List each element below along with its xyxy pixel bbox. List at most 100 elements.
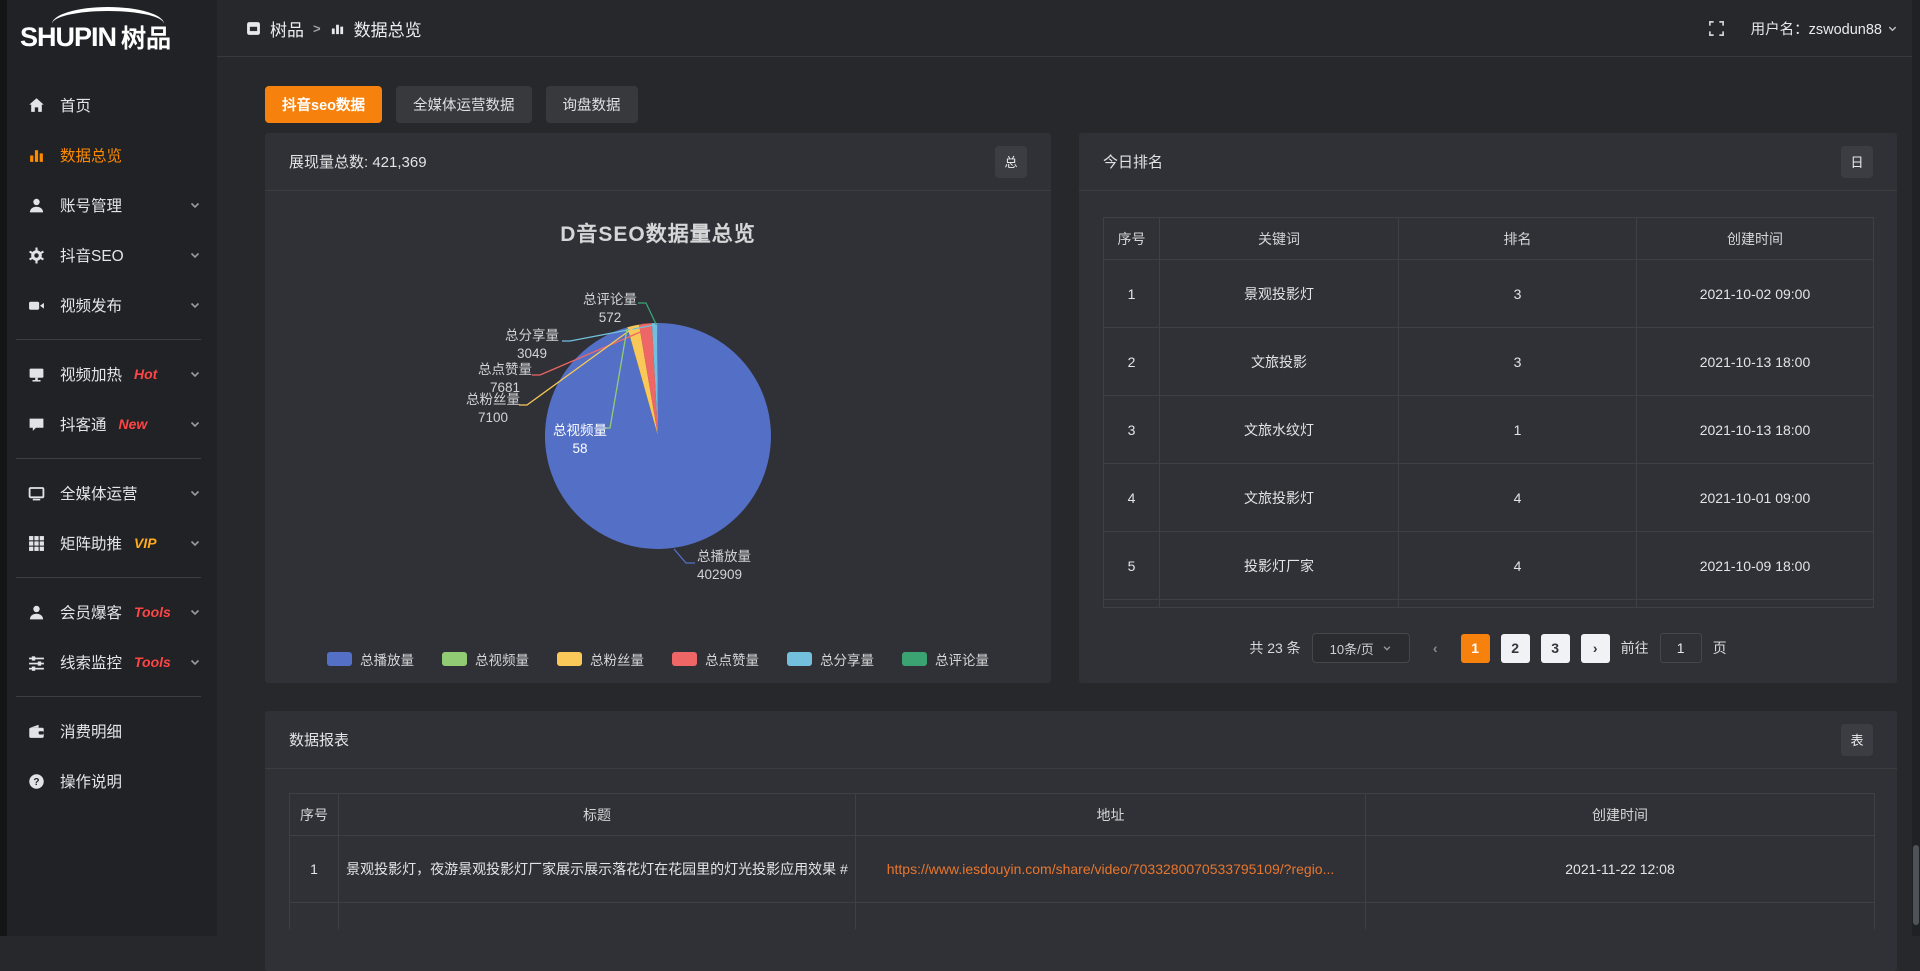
bar-chart-icon [28, 147, 45, 164]
menu-divider [16, 696, 201, 697]
legend-item-video[interactable]: 总视频量 [442, 649, 529, 669]
legend-item-likes[interactable]: 总点赞量 [672, 649, 759, 669]
legend-item-play[interactable]: 总播放量 [327, 649, 414, 669]
tab-inquiry[interactable]: 询盘数据 [546, 86, 638, 123]
new-badge: New [119, 416, 148, 432]
wallet-icon [28, 723, 45, 740]
pie-chart-svg [265, 192, 1051, 632]
legend-swatch [557, 652, 582, 666]
leader-play [674, 549, 695, 563]
breadcrumb-root[interactable]: 树品 [270, 16, 304, 41]
sidebar-item-matrix-boost[interactable]: 矩阵助推 VIP [0, 518, 217, 568]
username-label: 用户名：zswodun88 [1751, 18, 1882, 39]
pagination: 共 23 条 10条/页 ‹ 1 2 3 › 前往 页 [1103, 633, 1873, 663]
video-camera-icon [28, 297, 45, 314]
sidebar-item-douyin-seo[interactable]: 抖音SEO [0, 230, 217, 280]
goto-label: 前往 [1621, 638, 1649, 658]
gear-icon [28, 247, 45, 264]
table-row: 3文旅水纹灯12021-10-13 18:00 [1104, 396, 1874, 464]
page-button-3[interactable]: 3 [1541, 634, 1570, 663]
pie-label-shares: 总分享量3049 [505, 327, 559, 362]
legend-swatch [327, 652, 352, 666]
user-menu[interactable]: 用户名：zswodun88 [1751, 18, 1898, 39]
breadcrumb-separator: > [313, 21, 321, 36]
report-title-cell: 景观投影灯，夜游景观投影灯厂家展示展示落花灯在花园里的灯光投影应用效果 # [339, 836, 856, 903]
pagination-total: 共 23 条 [1249, 638, 1300, 658]
chevron-down-icon [189, 199, 201, 211]
report-panel-header: 数据报表 表 [265, 711, 1897, 769]
sidebar-item-video-heat[interactable]: 视频加热 Hot [0, 349, 217, 399]
chevron-down-icon [1887, 23, 1898, 34]
total-badge-button[interactable]: 总 [995, 146, 1027, 178]
chevron-down-icon [189, 418, 201, 430]
logo-arc [52, 7, 164, 24]
day-badge-button[interactable]: 日 [1841, 146, 1873, 178]
user-icon [28, 197, 45, 214]
legend-swatch [672, 652, 697, 666]
tab-douyin-seo[interactable]: 抖音seo数据 [265, 86, 382, 123]
sidebar-item-label: 数据总览 [60, 144, 122, 166]
table-badge-button[interactable]: 表 [1841, 724, 1873, 756]
sliders-icon [28, 654, 45, 671]
scrollbar[interactable] [1912, 0, 1920, 936]
tab-all-media[interactable]: 全媒体运营数据 [396, 86, 532, 123]
report-panel-title: 数据报表 [289, 729, 349, 750]
video-link[interactable]: https://www.iesdouyin.com/share/video/70… [887, 861, 1335, 877]
pie-label-video: 总视频量58 [553, 422, 607, 457]
sidebar-item-label: 会员爆客 [60, 601, 122, 623]
topbar: 树品 > 数据总览 用户名：zswodun88 [217, 0, 1920, 57]
logo: SHUPIN 树品 [0, 0, 217, 74]
bar-chart-icon [330, 21, 345, 36]
sidebar-item-label: 首页 [60, 94, 91, 116]
main-area: 树品 > 数据总览 用户名：zswodun88 抖音seo数据 全媒体运营数据 … [217, 0, 1920, 936]
tools-badge: Tools [134, 604, 171, 620]
chevron-down-icon [189, 656, 201, 668]
scrollbar-thumb[interactable] [1913, 845, 1919, 925]
sidebar-item-consumption[interactable]: 消费明细 [0, 706, 217, 756]
window-edge [0, 0, 7, 936]
page-button-1[interactable]: 1 [1461, 634, 1490, 663]
today-rank-panel: 今日排名 日 序号 关键词 排名 创建时间 1景观投影灯32021-10-02 … [1079, 133, 1897, 683]
table-row: 5投影灯厂家42021-10-09 18:00 [1104, 532, 1874, 600]
prev-page-button[interactable]: ‹ [1421, 634, 1450, 663]
menu-divider [16, 458, 201, 459]
content: 抖音seo数据 全媒体运营数据 询盘数据 展现量总数: 421,369 总 D音… [217, 57, 1920, 971]
chart-panel: 展现量总数: 421,369 总 D音SEO数据量总览 [265, 133, 1051, 683]
chart-legend: 总播放量 总视频量 总粉丝量 总点赞量 总分享量 总评论量 [265, 649, 1051, 669]
impressions-total: 展现量总数: 421,369 [289, 151, 427, 172]
sidebar-item-home[interactable]: 首页 [0, 80, 217, 130]
brand-square-icon [246, 21, 261, 36]
sidebar-item-help[interactable]: ? 操作说明 [0, 756, 217, 806]
rank-table: 序号 关键词 排名 创建时间 1景观投影灯32021-10-02 09:00 2… [1103, 217, 1874, 608]
legend-item-comments[interactable]: 总评论量 [902, 649, 989, 669]
pie-label-play: 总播放量402909 [697, 548, 751, 583]
sidebar-item-data-overview[interactable]: 数据总览 [0, 130, 217, 180]
page-size-select[interactable]: 10条/页 [1312, 633, 1410, 663]
pie-chart: D音SEO数据量总览 [265, 192, 1051, 632]
user-icon [28, 604, 45, 621]
sidebar-item-lead-monitor[interactable]: 线索监控 Tools [0, 637, 217, 687]
sidebar-item-label: 操作说明 [60, 770, 122, 792]
sidebar-item-douketong[interactable]: 抖客通 New [0, 399, 217, 449]
sidebar-item-all-media[interactable]: 全媒体运营 [0, 468, 217, 518]
goto-page-input[interactable] [1660, 633, 1702, 663]
sidebar-item-label: 视频发布 [60, 294, 122, 316]
rank-panel-header: 今日排名 日 [1079, 133, 1897, 191]
sidebar-item-video-publish[interactable]: 视频发布 [0, 280, 217, 330]
fullscreen-icon[interactable] [1708, 20, 1725, 37]
legend-item-shares[interactable]: 总分享量 [787, 649, 874, 669]
sidebar-item-member-burst[interactable]: 会员爆客 Tools [0, 587, 217, 637]
leader-comments [638, 303, 657, 325]
chevron-down-icon [1382, 643, 1392, 653]
next-page-button[interactable]: › [1581, 634, 1610, 663]
monitor-icon [28, 485, 45, 502]
question-icon: ? [28, 773, 45, 790]
report-table: 序号 标题 地址 创建时间 1 景观投影灯，夜游景观投影灯厂家展示展示落花灯在花… [289, 793, 1875, 929]
legend-item-fans[interactable]: 总粉丝量 [557, 649, 644, 669]
sidebar-item-label: 矩阵助推 [60, 532, 122, 554]
sidebar-item-account[interactable]: 账号管理 [0, 180, 217, 230]
chevron-down-icon [189, 249, 201, 261]
chevron-down-icon [189, 368, 201, 380]
page-button-2[interactable]: 2 [1501, 634, 1530, 663]
logo-text-cn: 树品 [121, 19, 171, 55]
